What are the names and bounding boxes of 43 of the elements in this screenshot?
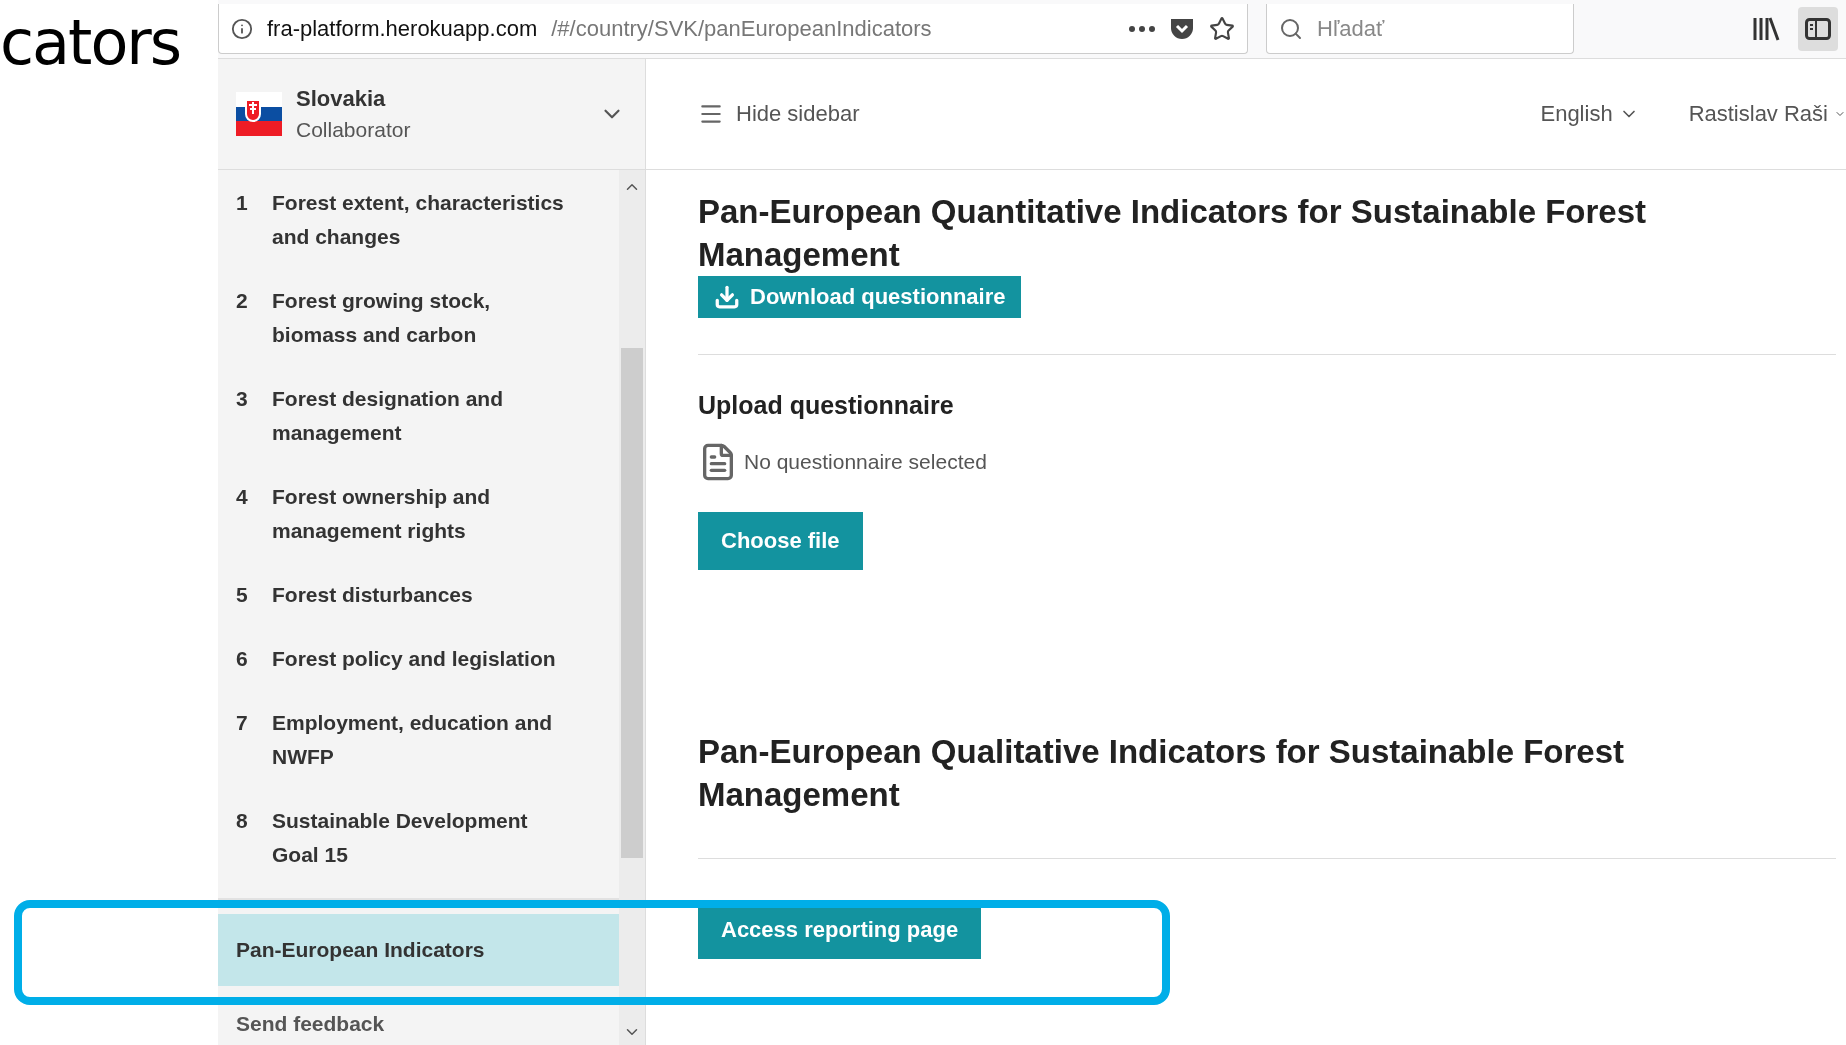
hide-sidebar-button[interactable]: Hide sidebar	[698, 101, 860, 127]
user-role: Collaborator	[296, 118, 412, 142]
choose-file-button[interactable]: Choose file	[698, 512, 863, 570]
nav-item[interactable]: 1 Forest extent, characteristics and changes	[218, 182, 619, 280]
user-menu[interactable]: Rastislav Raši	[1688, 101, 1846, 127]
section-number: 2	[236, 288, 249, 314]
nav-item[interactable]: 3 Forest designation and management	[218, 378, 619, 476]
nav-item[interactable]: 7 Employment, education and NWFP	[218, 702, 619, 800]
download-button[interactable]: Download questionnaire	[698, 276, 1022, 318]
nav-item[interactable]: 5 Forest disturbances	[218, 574, 619, 638]
section-number: 5	[236, 582, 249, 608]
section-number: 3	[236, 386, 249, 412]
section-number: 7	[236, 710, 249, 736]
section-number: 1	[236, 190, 249, 216]
section-label: Sustainable Development Goal 15	[272, 808, 529, 868]
url-host: fra-platform.herokuapp.com	[267, 15, 538, 42]
section-label: Forest designation and management	[272, 386, 505, 446]
section-label: Forest growing stock, biomass and carbon	[272, 288, 492, 348]
upload-status: No questionnaire selected	[744, 450, 987, 474]
section-title: Pan-European Qualitative Indicators for Sustainable Forest Management	[698, 732, 1626, 815]
section-label: Employment, education and NWFP	[272, 710, 554, 770]
upload-title: Upload questionnaire	[698, 391, 954, 420]
nav-item[interactable]: 6 Forest policy and legislation	[218, 638, 619, 702]
section-number: 6	[236, 646, 249, 672]
language-dropdown[interactable]: English	[1540, 101, 1639, 127]
feedback-link[interactable]: Send feedback	[218, 1000, 619, 1036]
nav-item[interactable]: 4 Forest ownership and management rights	[218, 476, 619, 574]
country-name: Slovakia	[296, 86, 387, 112]
section-label: Forest disturbances	[272, 582, 474, 608]
nav-item[interactable]: Pan-European Indicators	[218, 914, 619, 986]
nav-item[interactable]: 8 Sustainable Development Goal 15	[218, 800, 619, 898]
section-number: 8	[236, 808, 249, 834]
address-bar[interactable]: fra-platform.herokuapp.com /#/country/SVK/panEuropeanIndicators	[218, 4, 1248, 54]
section-label: Forest ownership and management rights	[272, 484, 492, 544]
country-selector[interactable]: Slovakia Collaborator	[218, 59, 645, 170]
section-label: Forest policy and legislation	[272, 646, 557, 672]
nav-item[interactable]: 2 Forest growing stock, biomass and carbon	[218, 280, 619, 378]
slide-title-fragment: cators	[0, 12, 182, 74]
search-field[interactable]: Hľadať	[1266, 4, 1574, 54]
section-number: 4	[236, 484, 249, 510]
url-path: /#/country/SVK/panEuropeanIndicators	[551, 15, 933, 42]
section-label: Forest extent, characteristics and changes	[272, 190, 565, 250]
section-title: Pan-European Quantitative Indicators for Sustainable Forest Management	[698, 192, 1647, 275]
